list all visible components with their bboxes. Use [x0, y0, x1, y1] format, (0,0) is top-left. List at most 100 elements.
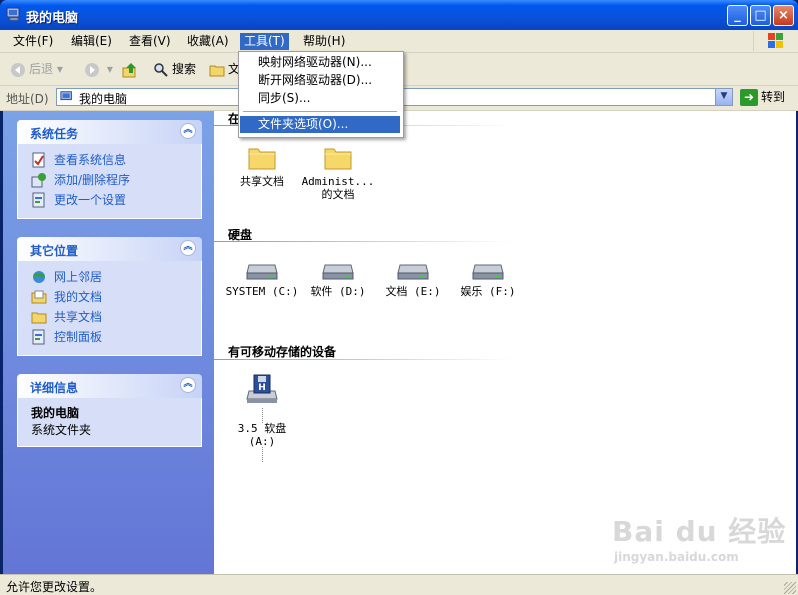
drive-item[interactable]: 文档 (E:) [373, 261, 453, 298]
minimize-button[interactable]: _ [727, 5, 748, 26]
task-pane: 系统任务 ︽ 查看系统信息 添加/删除程序 更改一个设置 其它位置 ︽ 网上邻居… [3, 111, 214, 574]
folder-icon [248, 148, 276, 170]
control-panel-icon [32, 329, 45, 345]
item-label: 文档 (E:) [385, 285, 441, 298]
hard-drive-icon [246, 264, 278, 280]
menu-bar: 文件(F) 编辑(E) 查看(V) 收藏(A) 工具(T) 帮助(H) [0, 30, 798, 53]
other-places-header[interactable]: 其它位置 ︽ [17, 237, 202, 261]
address-value: 我的电脑 [79, 92, 128, 106]
my-computer-icon [6, 7, 20, 21]
baidu-watermark: Bai du 经验 jingyan.baidu.com [612, 510, 786, 564]
resize-grip[interactable] [784, 582, 796, 594]
go-arrow-icon: ➜ [740, 89, 758, 106]
forward-button[interactable]: ▾ [84, 59, 113, 79]
group-header-removable: 有可移动存储的设备 [228, 345, 337, 359]
menu-edit[interactable]: 编辑(E) [67, 33, 116, 50]
group-divider [214, 241, 514, 242]
menu-map-network-drive[interactable]: 映射网络驱动器(N)... [240, 54, 400, 71]
folders-button[interactable]: 文 [209, 59, 240, 79]
watermark-logo: Bai du 经验 [612, 515, 787, 548]
folder-item[interactable]: 共享文档 [222, 143, 302, 188]
menu-disconnect-network-drive[interactable]: 断开网络驱动器(D)... [240, 72, 400, 89]
menu-folder-options[interactable]: 文件夹选项(O)... [240, 116, 400, 133]
other-places-title: 其它位置 [30, 244, 79, 258]
drive-item[interactable]: 软件 (D:) [298, 261, 378, 298]
item-label: 的文档 [321, 188, 355, 201]
place-shared-documents[interactable]: 共享文档 [18, 307, 201, 327]
search-label: 搜索 [172, 62, 197, 76]
windows-logo-icon [753, 31, 783, 51]
network-places-icon [33, 271, 45, 283]
watermark-url: jingyan.baidu.com [614, 550, 739, 564]
place-network[interactable]: 网上邻居 [18, 267, 201, 287]
group-divider [214, 359, 514, 360]
hard-drive-icon [322, 264, 354, 280]
floppy-drive-item[interactable]: H 3.5 软盘 (A:) [222, 373, 302, 462]
task-view-system-info[interactable]: 查看系统信息 [18, 150, 201, 170]
tools-menu-dropdown: 映射网络驱动器(N)... 断开网络驱动器(D)... 同步(S)... 文件夹… [238, 51, 404, 138]
menu-file[interactable]: 文件(F) [9, 33, 57, 50]
menu-view[interactable]: 查看(V) [125, 33, 175, 50]
item-label: 3.5 软盘 [237, 422, 287, 435]
details-header[interactable]: 详细信息 ︽ [17, 374, 202, 398]
collapse-icon[interactable]: ︽ [180, 123, 196, 139]
back-label: 后退 [29, 62, 54, 76]
explorer-window: 我的电脑 _ □ × 文件(F) 编辑(E) 查看(V) 收藏(A) 工具(T)… [0, 0, 798, 595]
status-text: 允许您更改设置。 [6, 580, 103, 594]
go-label: 转到 [761, 90, 786, 104]
add-remove-programs-icon [31, 173, 46, 188]
place-label: 控制面板 [54, 330, 103, 344]
selected-item-label: 3.5 软盘 (A:) [222, 408, 302, 462]
address-dropdown-button[interactable]: ▼ [715, 89, 732, 105]
my-documents-icon [31, 290, 47, 304]
place-label: 共享文档 [54, 310, 103, 324]
status-bar: 允许您更改设置。 [0, 574, 798, 595]
place-label: 我的文档 [54, 290, 103, 304]
maximize-button[interactable]: □ [750, 5, 771, 26]
task-change-setting[interactable]: 更改一个设置 [18, 190, 201, 210]
folder-item[interactable]: Administ... 的文档 [298, 143, 378, 201]
my-computer-icon [60, 91, 72, 101]
place-label: 网上邻居 [54, 270, 103, 284]
system-tasks-panel: 系统任务 ︽ 查看系统信息 添加/删除程序 更改一个设置 [17, 120, 202, 219]
search-button[interactable]: 搜索 [153, 59, 196, 79]
search-icon [154, 62, 168, 77]
system-tasks-header[interactable]: 系统任务 ︽ [17, 120, 202, 144]
menu-favorites[interactable]: 收藏(A) [183, 33, 233, 50]
collapse-icon[interactable]: ︽ [180, 240, 196, 256]
folder-icon [31, 312, 47, 324]
details-name: 我的电脑 [31, 406, 80, 420]
hard-drive-icon [397, 264, 429, 280]
folder-icon [324, 148, 352, 170]
item-label: SYSTEM (C:) [225, 285, 299, 298]
details-subtitle: 系统文件夹 [31, 423, 92, 437]
place-control-panel[interactable]: 控制面板 [18, 327, 201, 347]
control-panel-icon [32, 192, 45, 208]
other-places-panel: 其它位置 ︽ 网上邻居 我的文档 共享文档 控制面板 [17, 237, 202, 356]
menu-tools[interactable]: 工具(T) [240, 33, 289, 50]
item-label: 共享文档 [240, 175, 284, 188]
item-label: 软件 (D:) [310, 285, 366, 298]
item-label: 娱乐 (F:) [460, 285, 516, 298]
drive-item[interactable]: 娱乐 (F:) [448, 261, 528, 298]
close-button[interactable]: × [773, 5, 794, 26]
go-button[interactable]: ➜ 转到 [740, 88, 785, 106]
address-label: 地址(D) [6, 92, 49, 106]
system-tasks-title: 系统任务 [30, 127, 79, 141]
details-title: 详细信息 [30, 381, 79, 395]
up-folder-button[interactable] [122, 59, 141, 79]
place-my-documents[interactable]: 我的文档 [18, 287, 201, 307]
back-arrow-icon [11, 62, 25, 77]
back-button[interactable]: 后退 ▾ [10, 59, 63, 79]
title-bar[interactable]: 我的电脑 _ □ × [0, 0, 798, 30]
window-title: 我的电脑 [26, 11, 79, 26]
task-label: 更改一个设置 [54, 193, 127, 207]
svg-text:H: H [258, 383, 266, 393]
menu-help[interactable]: 帮助(H) [299, 33, 349, 50]
item-label: Administ... [301, 175, 375, 188]
drive-item[interactable]: SYSTEM (C:) [222, 261, 302, 298]
menu-synchronize[interactable]: 同步(S)... [240, 90, 400, 107]
collapse-icon[interactable]: ︽ [180, 377, 196, 393]
details-panel: 详细信息 ︽ 我的电脑 系统文件夹 [17, 374, 202, 447]
task-add-remove-programs[interactable]: 添加/删除程序 [18, 170, 201, 190]
